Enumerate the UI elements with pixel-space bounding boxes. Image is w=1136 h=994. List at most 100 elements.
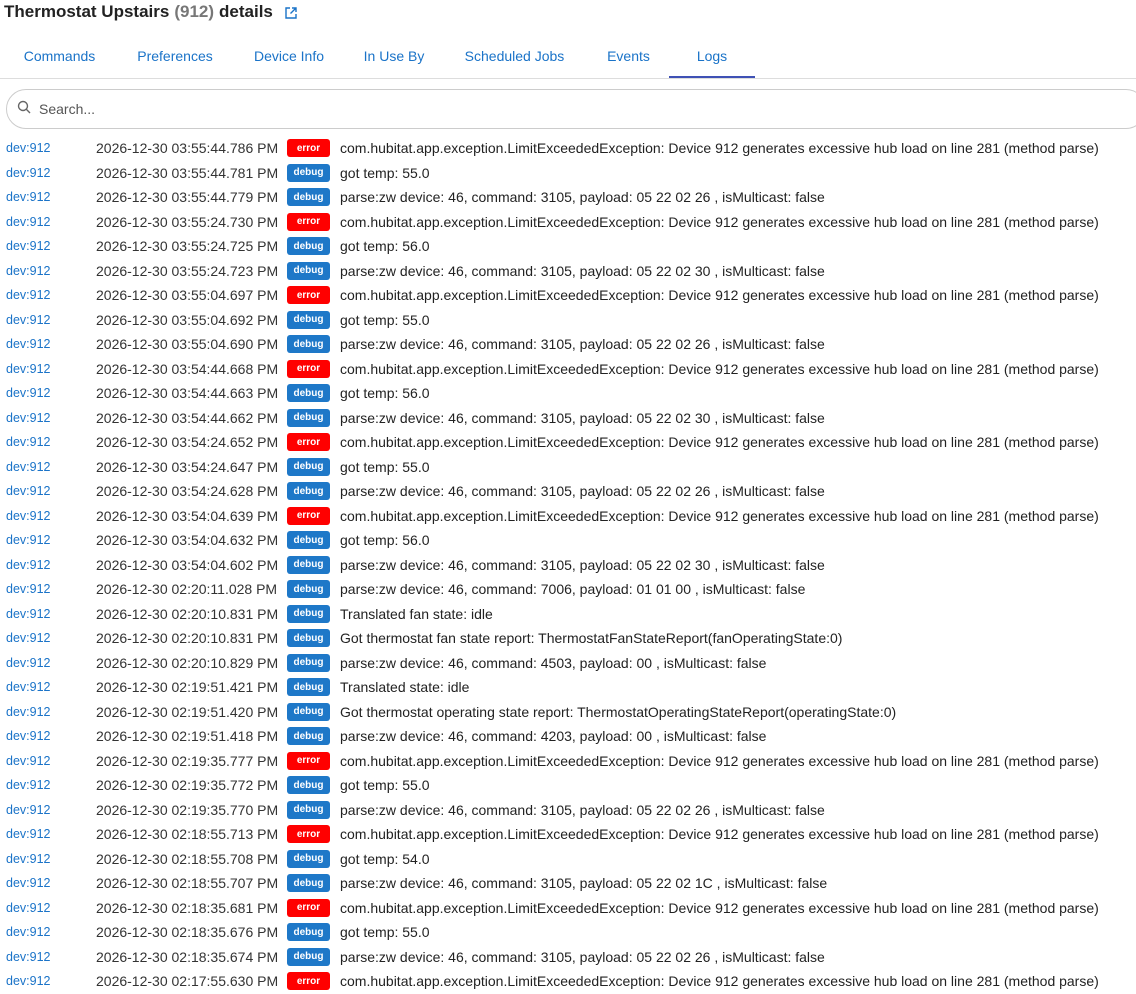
- tab-bar: Commands Preferences Device Info In Use …: [0, 36, 1136, 79]
- log-level-badge: debug: [287, 947, 330, 966]
- device-link[interactable]: dev:912: [0, 925, 96, 939]
- log-list: dev:912 2026-12-30 03:55:44.786 PM error co…: [0, 136, 1136, 994]
- device-link[interactable]: dev:912: [0, 215, 96, 229]
- log-message: parse:zw device: 46, command: 3105, payl…: [340, 483, 825, 500]
- tab-events[interactable]: Events: [588, 36, 669, 78]
- log-timestamp: 2026-12-30 03:55:24.723 PM: [96, 262, 279, 279]
- log-message: com.hubitat.app.exception.LimitExceededE…: [340, 434, 1099, 451]
- log-row: dev:912 2026-12-30 02:19:51.418 PM debug pa…: [0, 724, 1136, 749]
- tab-device-info[interactable]: Device Info: [231, 36, 347, 78]
- device-link[interactable]: dev:912: [0, 190, 96, 204]
- device-link[interactable]: dev:912: [0, 313, 96, 327]
- tab-preferences[interactable]: Preferences: [119, 36, 231, 78]
- log-message: parse:zw device: 46, command: 3105, payl…: [340, 409, 825, 426]
- tab-logs[interactable]: Logs: [669, 36, 755, 78]
- log-row: dev:912 2026-12-30 02:19:51.421 PM debug Tr…: [0, 675, 1136, 700]
- log-row: dev:912 2026-12-30 02:18:55.707 PM debug pa…: [0, 871, 1136, 896]
- device-link[interactable]: dev:912: [0, 337, 96, 351]
- log-timestamp: 2026-12-30 03:54:24.647 PM: [96, 458, 279, 475]
- log-message: parse:zw device: 46, command: 7006, payl…: [340, 581, 806, 598]
- device-link[interactable]: dev:912: [0, 778, 96, 792]
- log-level-badge: debug: [287, 163, 330, 182]
- device-link[interactable]: dev:912: [0, 680, 96, 694]
- device-link[interactable]: dev:912: [0, 803, 96, 817]
- log-row: dev:912 2026-12-30 03:54:44.668 PM error co…: [0, 357, 1136, 382]
- device-link[interactable]: dev:912: [0, 411, 96, 425]
- log-timestamp: 2026-12-30 02:18:35.674 PM: [96, 948, 279, 965]
- log-message: com.hubitat.app.exception.LimitExceededE…: [340, 140, 1099, 157]
- log-message: got temp: 56.0: [340, 385, 430, 402]
- log-row: dev:912 2026-12-30 02:18:35.681 PM error co…: [0, 896, 1136, 921]
- log-timestamp: 2026-12-30 02:20:10.829 PM: [96, 654, 279, 671]
- device-link[interactable]: dev:912: [0, 288, 96, 302]
- log-message: com.hubitat.app.exception.LimitExceededE…: [340, 752, 1099, 769]
- device-link[interactable]: dev:912: [0, 362, 96, 376]
- device-link[interactable]: dev:912: [0, 484, 96, 498]
- log-message: got temp: 55.0: [340, 924, 430, 941]
- tab-in-use-by[interactable]: In Use By: [347, 36, 441, 78]
- tab-scheduled-jobs[interactable]: Scheduled Jobs: [441, 36, 588, 78]
- search-input[interactable]: [39, 101, 639, 117]
- device-link[interactable]: dev:912: [0, 558, 96, 572]
- log-timestamp: 2026-12-30 03:54:24.628 PM: [96, 483, 279, 500]
- device-link[interactable]: dev:912: [0, 631, 96, 645]
- log-level-badge: debug: [287, 629, 330, 648]
- device-link[interactable]: dev:912: [0, 264, 96, 278]
- search-box: [6, 89, 1136, 129]
- device-link[interactable]: dev:912: [0, 974, 96, 988]
- log-timestamp: 2026-12-30 02:19:51.418 PM: [96, 728, 279, 745]
- log-timestamp: 2026-12-30 02:19:35.777 PM: [96, 752, 279, 769]
- device-link[interactable]: dev:912: [0, 582, 96, 596]
- log-timestamp: 2026-12-30 03:55:24.730 PM: [96, 213, 279, 230]
- device-link[interactable]: dev:912: [0, 239, 96, 253]
- log-level-badge: debug: [287, 727, 330, 746]
- log-timestamp: 2026-12-30 02:19:35.770 PM: [96, 801, 279, 818]
- tab-commands[interactable]: Commands: [0, 36, 119, 78]
- log-row: dev:912 2026-12-30 03:55:24.725 PM debug go…: [0, 234, 1136, 259]
- log-message: parse:zw device: 46, command: 4503, payl…: [340, 654, 767, 671]
- device-link[interactable]: dev:912: [0, 876, 96, 890]
- device-link[interactable]: dev:912: [0, 754, 96, 768]
- log-row: dev:912 2026-12-30 03:55:04.692 PM debug go…: [0, 308, 1136, 333]
- log-row: dev:912 2026-12-30 02:18:35.674 PM debug pa…: [0, 945, 1136, 970]
- log-timestamp: 2026-12-30 02:18:55.707 PM: [96, 875, 279, 892]
- device-link[interactable]: dev:912: [0, 950, 96, 964]
- log-level-badge: debug: [287, 776, 330, 795]
- device-link[interactable]: dev:912: [0, 141, 96, 155]
- log-timestamp: 2026-12-30 03:54:44.663 PM: [96, 385, 279, 402]
- log-level-badge: error: [287, 286, 330, 305]
- device-name: Thermostat Upstairs: [4, 2, 170, 21]
- search-icon: [17, 100, 31, 119]
- device-link[interactable]: dev:912: [0, 901, 96, 915]
- log-timestamp: 2026-12-30 03:54:04.602 PM: [96, 556, 279, 573]
- device-link[interactable]: dev:912: [0, 852, 96, 866]
- device-link[interactable]: dev:912: [0, 386, 96, 400]
- device-link[interactable]: dev:912: [0, 729, 96, 743]
- log-message: got temp: 56.0: [340, 532, 430, 549]
- log-row: dev:912 2026-12-30 02:20:10.831 PM debug Go…: [0, 626, 1136, 651]
- device-link[interactable]: dev:912: [0, 705, 96, 719]
- log-message: com.hubitat.app.exception.LimitExceededE…: [340, 360, 1099, 377]
- log-level-badge: debug: [287, 384, 330, 403]
- log-timestamp: 2026-12-30 03:55:04.690 PM: [96, 336, 279, 353]
- log-level-badge: debug: [287, 310, 330, 329]
- log-row: dev:912 2026-12-30 02:17:55.630 PM error co…: [0, 969, 1136, 994]
- device-link[interactable]: dev:912: [0, 827, 96, 841]
- log-timestamp: 2026-12-30 03:54:44.668 PM: [96, 360, 279, 377]
- log-message: parse:zw device: 46, command: 3105, payl…: [340, 262, 825, 279]
- external-link-icon[interactable]: [284, 5, 298, 19]
- log-message: got temp: 55.0: [340, 777, 430, 794]
- device-link[interactable]: dev:912: [0, 509, 96, 523]
- device-link[interactable]: dev:912: [0, 166, 96, 180]
- log-timestamp: 2026-12-30 02:18:55.713 PM: [96, 826, 279, 843]
- log-timestamp: 2026-12-30 03:55:44.779 PM: [96, 189, 279, 206]
- device-link[interactable]: dev:912: [0, 533, 96, 547]
- device-link[interactable]: dev:912: [0, 435, 96, 449]
- log-level-badge: debug: [287, 531, 330, 550]
- log-row: dev:912 2026-12-30 03:55:44.786 PM error co…: [0, 136, 1136, 161]
- device-link[interactable]: dev:912: [0, 656, 96, 670]
- device-link[interactable]: dev:912: [0, 460, 96, 474]
- device-link[interactable]: dev:912: [0, 607, 96, 621]
- log-timestamp: 2026-12-30 03:54:44.662 PM: [96, 409, 279, 426]
- log-level-badge: debug: [287, 800, 330, 819]
